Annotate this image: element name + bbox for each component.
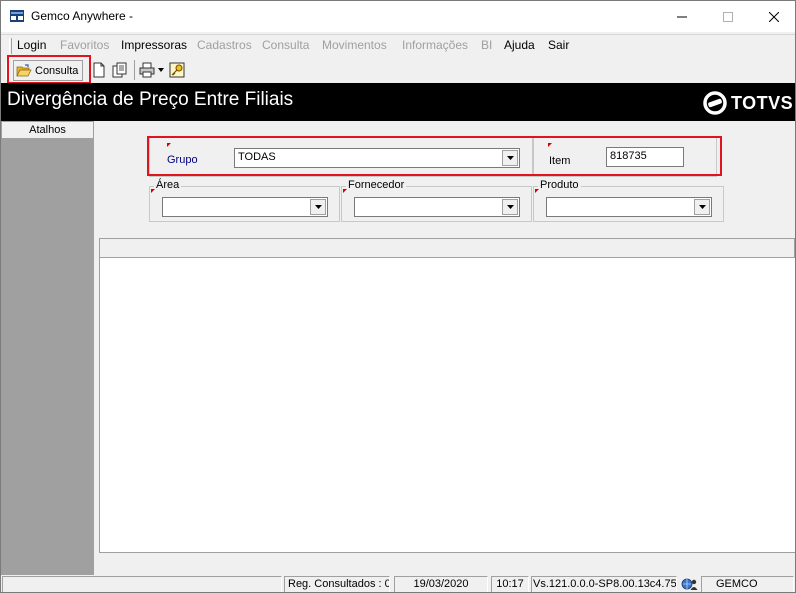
area-required-marker	[151, 189, 155, 193]
chevron-down-icon	[698, 205, 706, 209]
chevron-down-icon	[506, 156, 514, 160]
grupo-select[interactable]: TODAS	[234, 148, 520, 168]
menu-informacoes[interactable]: Informações	[402, 38, 468, 52]
item-required-marker	[548, 143, 552, 147]
area-select[interactable]	[162, 197, 328, 217]
menu-grip[interactable]	[9, 38, 12, 54]
new-document-icon[interactable]	[91, 62, 107, 78]
grupo-dropdown-button[interactable]	[502, 150, 518, 166]
area-dropdown-button[interactable]	[310, 199, 326, 215]
totvs-logo-text: TOTVS	[731, 92, 794, 113]
minimize-icon	[677, 16, 687, 17]
status-panel-message	[2, 576, 282, 592]
toolbar: Consulta	[1, 57, 795, 83]
grupo-select-value: TODAS	[238, 151, 276, 163]
menu-movimentos[interactable]: Movimentos	[322, 38, 387, 52]
toolbar-grip[interactable]	[6, 60, 9, 80]
totvs-logo-icon	[703, 91, 727, 115]
menu-impressoras[interactable]: Impressoras	[121, 38, 187, 52]
item-input[interactable]: 818735	[606, 147, 684, 167]
fornecedor-required-marker	[343, 189, 347, 193]
status-date: 19/03/2020	[394, 576, 488, 592]
status-version: Vs.121.0.0.0-SP8.00.13c4.75	[531, 576, 677, 592]
printer-icon[interactable]	[139, 62, 155, 78]
close-button[interactable]	[751, 1, 795, 32]
menu-bi[interactable]: BI	[481, 38, 492, 52]
copy-document-icon[interactable]	[112, 62, 128, 78]
produto-required-marker	[535, 189, 539, 193]
status-reg-consultados: Reg. Consultados : 0	[284, 576, 390, 592]
totvs-logo: TOTVS	[703, 91, 793, 115]
fornecedor-dropdown-button[interactable]	[502, 199, 518, 215]
consulta-button[interactable]: Consulta	[13, 60, 83, 81]
chevron-down-icon	[506, 205, 514, 209]
title-bar[interactable]: Gemco Anywhere -	[1, 1, 795, 32]
results-grid[interactable]	[99, 258, 795, 553]
status-company: GEMCO	[701, 576, 794, 592]
menu-ajuda[interactable]: Ajuda	[504, 38, 535, 52]
dropdown-arrow-icon[interactable]	[158, 68, 164, 72]
menu-bar: Login Favoritos Impressoras Cadastros Co…	[1, 34, 795, 56]
produto-select[interactable]	[546, 197, 712, 217]
page-heading-band: Divergência de Preço Entre Filiais TOTVS	[1, 83, 795, 121]
maximize-button[interactable]	[705, 1, 751, 32]
window-title: Gemco Anywhere -	[31, 9, 134, 23]
menu-consulta[interactable]: Consulta	[262, 38, 309, 52]
shortcuts-sidebar: Atalhos	[1, 121, 94, 575]
consulta-button-label: Consulta	[35, 64, 79, 77]
produto-dropdown-button[interactable]	[694, 199, 710, 215]
close-icon	[769, 11, 779, 22]
menu-favoritos[interactable]: Favoritos	[60, 38, 109, 52]
key-icon[interactable]	[169, 62, 185, 78]
network-users-icon	[681, 578, 698, 590]
grupo-label: Grupo	[167, 154, 198, 166]
status-bar: Reg. Consultados : 0 19/03/2020 10:17 Vs…	[1, 575, 795, 592]
toolbar-separator	[134, 60, 135, 80]
results-grid-header[interactable]	[99, 238, 795, 258]
menu-cadastros[interactable]: Cadastros	[197, 38, 252, 52]
area-label: Área	[154, 179, 182, 191]
folder-open-icon	[16, 63, 32, 76]
chevron-down-icon	[314, 205, 322, 209]
menu-login[interactable]: Login	[17, 38, 46, 52]
status-time: 10:17	[491, 576, 529, 592]
gemco-app-icon	[10, 10, 24, 22]
fornecedor-select[interactable]	[354, 197, 520, 217]
sidebar-header-atalhos[interactable]: Atalhos	[1, 121, 94, 139]
maximize-icon	[723, 11, 733, 22]
menu-sair[interactable]: Sair	[548, 38, 569, 52]
grupo-required-marker	[167, 143, 171, 147]
page-title: Divergência de Preço Entre Filiais	[7, 89, 294, 110]
app-window: Gemco Anywhere - Login Favoritos Impress…	[0, 0, 796, 593]
fornecedor-label: Fornecedor	[346, 179, 407, 191]
item-label: Item	[549, 155, 571, 167]
produto-label: Produto	[538, 179, 581, 191]
minimize-button[interactable]	[659, 1, 705, 32]
